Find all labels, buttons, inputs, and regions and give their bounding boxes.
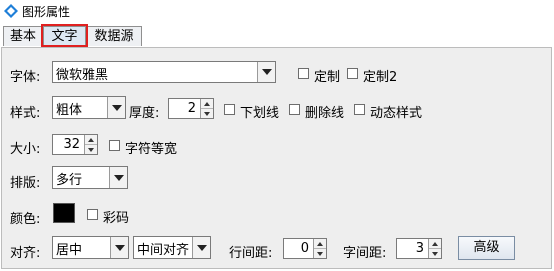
layout-label: 排版: xyxy=(10,176,41,191)
chevron-down-icon[interactable] xyxy=(109,167,127,188)
font-select[interactable]: 微软雅黑 xyxy=(52,61,276,83)
chevron-down-icon[interactable] xyxy=(257,62,275,82)
char-spacing-label: 字间距: xyxy=(343,246,387,261)
style-label: 样式: xyxy=(10,106,41,121)
chevron-down-icon[interactable] xyxy=(110,237,128,258)
line-spacing-value[interactable]: 0 xyxy=(301,241,309,256)
size-label: 大小: xyxy=(10,142,41,157)
strikethrough-label: 删除线 xyxy=(305,106,345,121)
tab-basic[interactable]: 基本 xyxy=(3,26,43,46)
size-spinner[interactable]: 32 xyxy=(52,134,98,155)
layout-value: 多行 xyxy=(56,173,83,188)
tab-text[interactable]: 文字 xyxy=(43,26,86,46)
font-value: 微软雅黑 xyxy=(56,68,109,83)
char-spacing-spinner[interactable]: 3 xyxy=(396,238,442,259)
line-spacing-label: 行间距: xyxy=(229,246,273,261)
checkbox-box[interactable] xyxy=(224,104,235,115)
spinner-down-icon[interactable] xyxy=(429,249,441,259)
vertical-align-value: 中间对齐 xyxy=(137,243,190,258)
spinner-buttons xyxy=(428,239,441,258)
custom2-label: 定制2 xyxy=(363,70,398,85)
align-label: 对齐: xyxy=(10,246,41,261)
style-value: 粗体 xyxy=(56,103,83,118)
advanced-button[interactable]: 高级 xyxy=(458,236,515,260)
color-label: 颜色: xyxy=(10,212,41,227)
thickness-value[interactable]: 2 xyxy=(188,101,196,116)
title-bar: 图形属性 xyxy=(0,0,554,22)
custom-label: 定制 xyxy=(314,70,341,85)
spinner-down-icon[interactable] xyxy=(201,109,213,119)
color-code-label: 彩码 xyxy=(103,211,130,226)
layout-select[interactable]: 多行 xyxy=(52,166,128,189)
checkbox-box[interactable] xyxy=(347,68,358,79)
size-value[interactable]: 32 xyxy=(63,137,80,152)
checkbox-box[interactable] xyxy=(87,209,98,220)
checkbox-box[interactable] xyxy=(109,140,120,151)
chevron-down-icon[interactable] xyxy=(107,97,125,118)
spinner-up-icon[interactable] xyxy=(201,99,213,109)
line-spacing-spinner[interactable]: 0 xyxy=(283,238,327,259)
chevron-down-icon[interactable] xyxy=(192,237,210,258)
color-swatch[interactable] xyxy=(53,203,75,223)
spinner-up-icon[interactable] xyxy=(85,135,97,145)
checkbox-box[interactable] xyxy=(298,68,309,79)
spinner-down-icon[interactable] xyxy=(85,145,97,155)
horizontal-align-value: 居中 xyxy=(56,243,83,258)
dynamic-style-label: 动态样式 xyxy=(370,106,423,121)
app-icon xyxy=(4,4,18,18)
style-select[interactable]: 粗体 xyxy=(52,96,126,119)
tab-datasource[interactable]: 数据源 xyxy=(86,26,142,46)
thickness-label: 厚度: xyxy=(129,106,160,121)
property-dialog: 图形属性 基本 文字 数据源 字体: 微软雅黑 定制 定制2 样式: 粗体 厚度… xyxy=(0,0,554,271)
spinner-buttons xyxy=(84,135,97,154)
spinner-buttons xyxy=(200,99,213,118)
font-label: 字体: xyxy=(10,70,41,85)
underline-label: 下划线 xyxy=(240,106,280,121)
spinner-buttons xyxy=(313,239,326,258)
spinner-down-icon[interactable] xyxy=(314,249,326,259)
spinner-up-icon[interactable] xyxy=(314,239,326,249)
window-title: 图形属性 xyxy=(22,5,71,19)
vertical-align-select[interactable]: 中间对齐 xyxy=(133,236,211,259)
thickness-spinner[interactable]: 2 xyxy=(168,98,214,119)
checkbox-box[interactable] xyxy=(354,104,365,115)
horizontal-align-select[interactable]: 居中 xyxy=(52,236,129,259)
equal-width-label: 字符等宽 xyxy=(125,142,178,157)
char-spacing-value[interactable]: 3 xyxy=(416,241,424,256)
spinner-up-icon[interactable] xyxy=(429,239,441,249)
tab-bar: 基本 文字 数据源 xyxy=(0,26,554,48)
checkbox-box[interactable] xyxy=(289,104,300,115)
